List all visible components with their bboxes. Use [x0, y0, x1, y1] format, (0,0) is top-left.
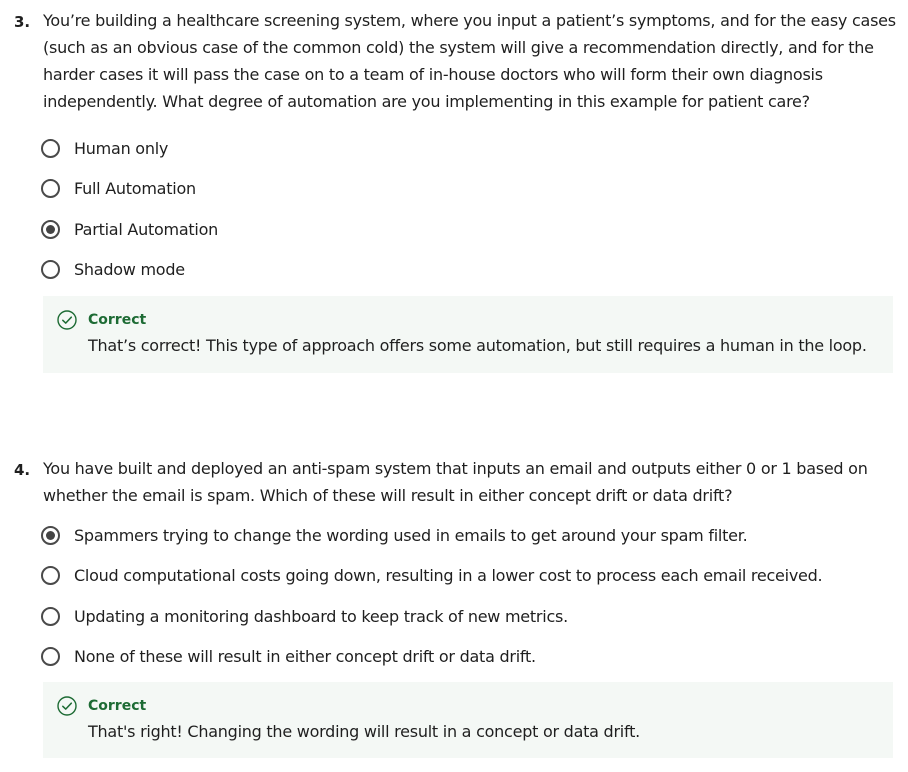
radio-button[interactable] — [41, 259, 60, 279]
option-shadow-mode[interactable]: Shadow mode — [41, 254, 185, 284]
radio-button[interactable] — [41, 178, 60, 198]
option-label: Spammers trying to change the wording us… — [74, 525, 748, 545]
option-human-only[interactable]: Human only — [41, 133, 168, 163]
check-circle-icon — [57, 310, 77, 330]
option-label: Human only — [74, 138, 169, 158]
option-full-automation[interactable]: Full Automation — [41, 173, 196, 203]
question-number: 4. — [14, 461, 31, 479]
radio-button[interactable] — [41, 646, 60, 666]
option-label: Cloud computational costs going down, re… — [74, 565, 823, 585]
radio-button-selected[interactable] — [41, 219, 60, 239]
question-number: 3. — [14, 13, 31, 31]
check-circle-icon — [57, 696, 77, 716]
option-label: Partial Automation — [74, 219, 219, 239]
feedback-status: Correct — [88, 698, 147, 714]
radio-button-selected[interactable] — [41, 525, 60, 545]
feedback-box: Correct That's right! Changing the wordi… — [43, 682, 893, 758]
question-text: You’re building a healthcare screening s… — [43, 11, 896, 111]
radio-button[interactable] — [41, 565, 60, 585]
question-text: You have built and deployed an anti-spam… — [43, 459, 868, 505]
option-label: Shadow mode — [74, 259, 185, 279]
option-label: None of these will result in either conc… — [74, 646, 536, 666]
radio-button[interactable] — [41, 606, 60, 626]
feedback-message: That’s correct! This type of approach of… — [88, 336, 867, 355]
feedback-box: Correct That’s correct! This type of app… — [43, 296, 893, 373]
feedback-status: Correct — [88, 312, 147, 328]
feedback-message: That's right! Changing the wording will … — [88, 722, 640, 741]
option-label: Updating a monitoring dashboard to keep … — [74, 606, 568, 626]
radio-button[interactable] — [41, 138, 60, 158]
option-cloud-costs[interactable]: Cloud computational costs going down, re… — [41, 560, 823, 590]
option-partial-automation[interactable]: Partial Automation — [41, 214, 218, 244]
option-monitoring-dashboard[interactable]: Updating a monitoring dashboard to keep … — [41, 601, 568, 631]
option-label: Full Automation — [74, 178, 196, 198]
option-spammers-wording[interactable]: Spammers trying to change the wording us… — [41, 520, 748, 550]
option-none[interactable]: None of these will result in either conc… — [41, 641, 536, 671]
